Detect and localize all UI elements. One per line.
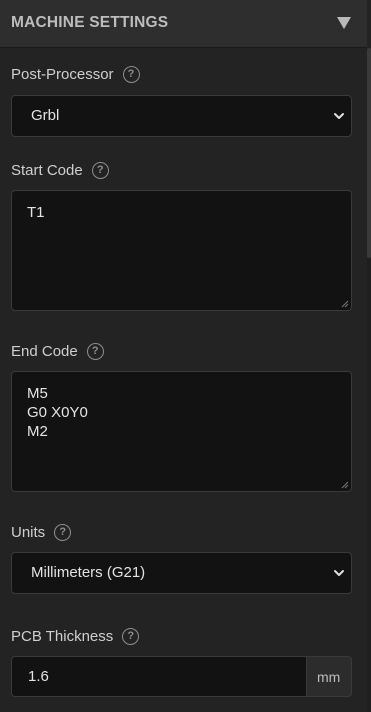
end-code-label: End Code: [11, 343, 78, 360]
post-processor-value: Grbl: [31, 107, 60, 124]
machine-settings-panel: MACHINE SETTINGS Post-Processor ? Grbl S…: [0, 0, 371, 712]
pcb-thickness-label-row: PCB Thickness ?: [11, 628, 140, 645]
post-processor-label-row: Post-Processor ?: [11, 66, 140, 83]
units-label: Units: [11, 524, 46, 541]
pcb-thickness-value: 1.6: [28, 668, 49, 685]
start-code-textarea[interactable]: T1: [11, 190, 352, 311]
chevron-down-icon: [334, 113, 344, 119]
units-label-row: Units ?: [11, 524, 72, 541]
resize-handle-icon[interactable]: [341, 300, 349, 308]
pcb-thickness-unit-addon: mm: [306, 656, 352, 697]
start-code-label-row: Start Code ?: [11, 162, 109, 179]
end-code-help-icon[interactable]: ?: [86, 343, 104, 360]
pcb-thickness-input[interactable]: 1.6: [11, 656, 306, 697]
post-processor-label: Post-Processor: [11, 66, 114, 83]
units-help-icon[interactable]: ?: [54, 524, 72, 541]
section-header[interactable]: MACHINE SETTINGS: [0, 0, 367, 48]
end-code-line: M5: [27, 385, 48, 402]
units-value: Millimeters (G21): [31, 564, 146, 581]
post-processor-help-icon[interactable]: ?: [122, 66, 140, 83]
end-code-label-row: End Code ?: [11, 343, 104, 360]
scrollbar-thumb[interactable]: [367, 48, 371, 258]
end-code-textarea[interactable]: M5 G0 X0Y0 M2: [11, 371, 352, 492]
end-code-line: G0 X0Y0: [27, 404, 88, 421]
pcb-thickness-unit: mm: [317, 669, 341, 685]
start-code-line: T1: [27, 204, 45, 221]
pcb-thickness-label: PCB Thickness: [11, 628, 114, 645]
start-code-label: Start Code: [11, 162, 83, 179]
chevron-down-icon: [334, 570, 344, 576]
post-processor-select[interactable]: Grbl: [11, 95, 352, 137]
pcb-thickness-help-icon[interactable]: ?: [122, 628, 140, 645]
resize-handle-icon[interactable]: [341, 481, 349, 489]
end-code-line: M2: [27, 423, 48, 440]
units-select[interactable]: Millimeters (G21): [11, 552, 352, 594]
collapse-triangle-icon[interactable]: [337, 17, 351, 29]
start-code-help-icon[interactable]: ?: [91, 162, 109, 179]
section-title: MACHINE SETTINGS: [11, 14, 169, 31]
